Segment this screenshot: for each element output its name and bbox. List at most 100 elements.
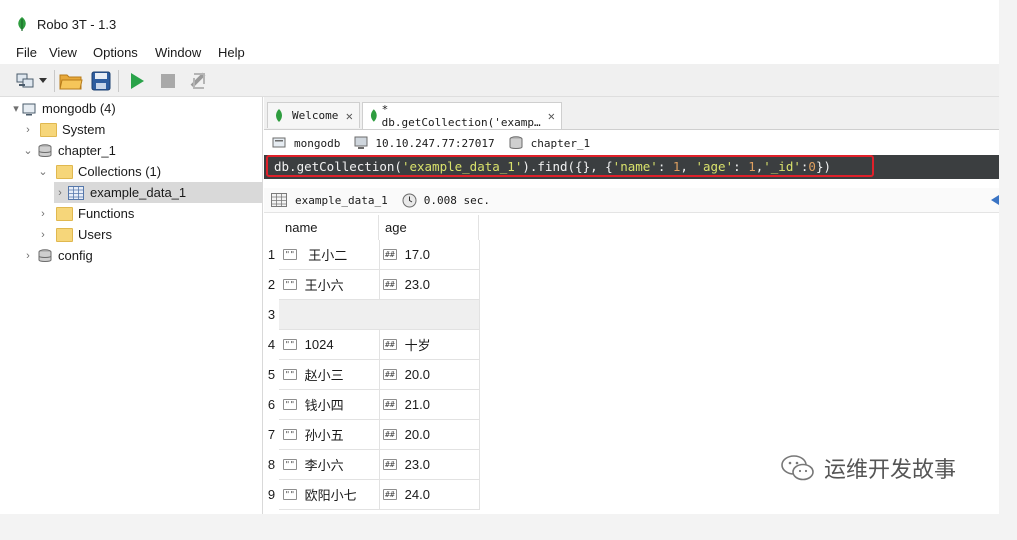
tree-item-connection[interactable]: ▾ mongodb (4) [10, 98, 115, 119]
column-header-name[interactable]: name [279, 215, 379, 240]
tree-item-users[interactable]: › Users [37, 224, 112, 245]
table-cell-name[interactable]: "" 1024 [279, 330, 380, 360]
cell-value: 20.0 [404, 427, 430, 442]
cell-value: 23.0 [404, 277, 430, 292]
expand-arrow-icon[interactable]: › [54, 187, 66, 199]
info-server: mongodb [294, 136, 341, 150]
query-token: 'age' [695, 158, 734, 174]
number-type-icon: ## [383, 489, 397, 500]
row-number: 6 [267, 397, 276, 412]
connect-dropdown-button[interactable] [36, 68, 50, 94]
collapse-arrow-icon[interactable]: ▾ [10, 102, 22, 115]
table-cell-age[interactable]: ## 24.0 [379, 480, 480, 510]
query-token: 1 [672, 158, 681, 174]
tab-label: Welcome [292, 109, 339, 122]
watermark-text: 运维开发故事 [824, 457, 957, 482]
table-cell-name[interactable]: "" 王小六 [279, 270, 380, 300]
query-token: 1 [748, 158, 756, 174]
cell-value: 赵小三 [304, 368, 344, 383]
folder-icon [56, 227, 73, 242]
connect-button[interactable] [12, 68, 38, 94]
tree-item-functions[interactable]: › Functions [37, 203, 134, 224]
query-token: 'example_data_1' [401, 158, 523, 174]
number-type-icon: ## [383, 459, 397, 470]
folder-icon [40, 122, 57, 137]
robo3t-leaf-icon [18, 17, 26, 31]
number-type-icon: ## [383, 429, 397, 440]
menu-options[interactable]: Options [93, 45, 138, 60]
query-editor[interactable]: db.getCollection('example_data_1').find(… [264, 155, 999, 179]
tab-welcome[interactable]: Welcome ✕ [267, 102, 360, 128]
table-icon [68, 185, 84, 200]
tree-item-label: config [58, 248, 93, 263]
number-type-icon: ## [383, 279, 397, 290]
cell-value: 20.0 [404, 367, 430, 382]
tree-item-label: Collections (1) [78, 164, 162, 179]
save-icon [91, 71, 111, 91]
explorer-tree: ▾ mongodb (4) › System ⌄ chapter_1 ⌄ Col… [0, 97, 263, 514]
table-cell-age[interactable]: ## 20.0 [379, 420, 480, 450]
stop-button[interactable] [155, 68, 181, 94]
expand-arrow-icon[interactable]: › [37, 229, 49, 241]
save-button[interactable] [88, 68, 114, 94]
table-cell-age[interactable]: ## 23.0 [379, 270, 480, 300]
move-button[interactable] [186, 68, 212, 94]
menu-file[interactable]: File [16, 45, 37, 60]
table-cell-name[interactable]: "" 赵小三 [279, 360, 380, 390]
table-cell-age[interactable]: ## 十岁 [379, 330, 480, 360]
tree-item-system[interactable]: › System [22, 119, 105, 140]
tab-bar: Welcome ✕ * db.getCollection('examp… ✕ [264, 97, 999, 130]
expand-arrow-icon[interactable]: › [22, 124, 34, 136]
query-token: 'name' [612, 158, 658, 174]
table-cell-name[interactable] [279, 300, 380, 330]
table-cell-age[interactable] [379, 300, 480, 330]
column-header-age[interactable]: age [379, 215, 479, 240]
expand-arrow-icon[interactable]: › [37, 208, 49, 220]
tree-item-config[interactable]: › config [22, 245, 93, 266]
tree-item-database[interactable]: ⌄ chapter_1 [22, 140, 115, 161]
query-token: : [657, 158, 673, 174]
expand-arrow-icon[interactable]: › [22, 250, 34, 262]
table-cell-name[interactable]: "" 孙小五 [279, 420, 380, 450]
table-cell-name[interactable]: "" 钱小四 [279, 390, 380, 420]
table-cell-name[interactable]: "" 王小二 [279, 240, 380, 270]
menu-window[interactable]: Window [155, 45, 201, 60]
info-database: chapter_1 [530, 136, 591, 150]
tab-query[interactable]: * db.getCollection('examp… ✕ [362, 102, 562, 129]
number-type-icon: ## [383, 249, 397, 260]
row-number: 7 [267, 427, 276, 442]
tree-item-collections[interactable]: ⌄ Collections (1) [37, 161, 161, 182]
query-token: 0 [808, 158, 816, 174]
query-token: }) [815, 158, 832, 174]
close-icon[interactable]: ✕ [346, 109, 353, 123]
table-cell-name[interactable]: "" 欧阳小七 [279, 480, 380, 510]
menu-bar: File View Options Window Help [0, 43, 999, 63]
table-cell-age[interactable]: ## 21.0 [379, 390, 480, 420]
table-icon [271, 193, 287, 207]
cell-value: 孙小五 [304, 428, 344, 443]
tree-item-label: System [62, 122, 106, 137]
execute-icon [131, 73, 144, 89]
row-number: 2 [267, 277, 276, 292]
window-title: Robo 3T - 1.3 [37, 17, 117, 32]
string-type-icon: "" [283, 429, 297, 440]
number-type-icon: ## [383, 399, 397, 410]
collapse-arrow-icon[interactable]: ⌄ [37, 165, 49, 178]
string-type-icon: "" [283, 249, 297, 260]
table-cell-age[interactable]: ## 23.0 [379, 450, 480, 480]
close-icon[interactable]: ✕ [548, 109, 555, 123]
table-cell-age[interactable]: ## 20.0 [379, 360, 480, 390]
info-address: 10.10.247.77:27017 [375, 136, 495, 150]
tree-item-collection[interactable]: › example_data_1 [54, 182, 262, 203]
menu-help[interactable]: Help [218, 45, 245, 60]
cell-value: 王小六 [304, 278, 344, 293]
menu-view[interactable]: View [49, 45, 77, 60]
table-cell-name[interactable]: "" 李小六 [279, 450, 380, 480]
collapse-arrow-icon[interactable]: ⌄ [22, 144, 34, 157]
open-button[interactable] [58, 68, 84, 94]
execute-button[interactable] [124, 68, 150, 94]
query-text[interactable]: db.getCollection('example_data_1').find(… [266, 155, 874, 177]
table-cell-age[interactable]: ## 17.0 [379, 240, 480, 270]
view-mode-arrow-icon[interactable] [991, 195, 999, 205]
query-token: : [733, 158, 749, 174]
